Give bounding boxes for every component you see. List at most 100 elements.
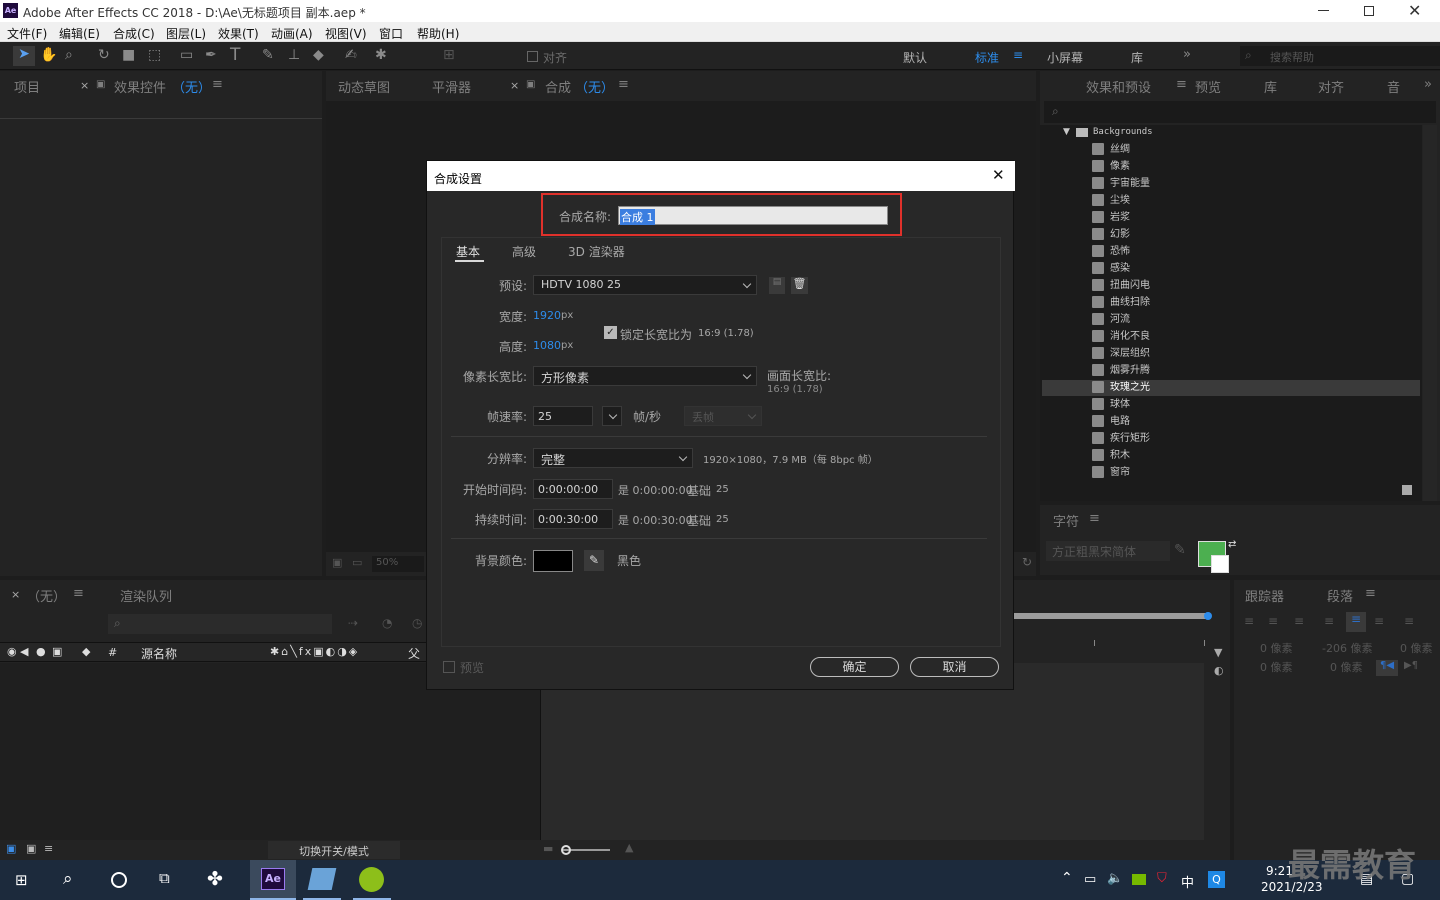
cortana-icon[interactable] (111, 872, 127, 888)
shy-icon[interactable]: ⇢ (348, 616, 358, 630)
roto-tool-icon[interactable]: ✍ (345, 47, 357, 63)
timeline-search-input[interactable]: ⌕ (108, 614, 332, 634)
tab-effects-presets[interactable]: 效果和预设 (1086, 77, 1151, 96)
effect-preset-item[interactable]: 恐怖 (1092, 244, 1130, 260)
save-preset-icon[interactable]: ▤ (769, 277, 785, 294)
tab-basic[interactable]: 基本 (456, 243, 480, 260)
folder-backgrounds[interactable]: Backgrounds (1093, 127, 1153, 137)
type-tool-icon[interactable]: T (230, 45, 240, 65)
zoom-in-icon[interactable]: ▲ (625, 841, 633, 854)
toggle-switches-modes[interactable]: 切换开关/模式 (268, 841, 400, 859)
effect-preset-item[interactable]: 宇宙能量 (1092, 176, 1150, 192)
align-center-icon[interactable]: ≡ (1268, 614, 1278, 628)
par-select[interactable]: 方形像素 (533, 366, 757, 386)
direction-rtl-icon[interactable]: ▶¶ (1404, 660, 1418, 671)
effects-search-input[interactable]: ⌕ (1044, 101, 1436, 123)
windows-start-icon[interactable]: ⊞ (15, 871, 33, 889)
eyedropper-icon[interactable]: ✎ (584, 550, 604, 571)
resolution-select[interactable]: 完整 (533, 448, 693, 468)
scrollbar[interactable] (1423, 125, 1437, 501)
effect-preset-item[interactable]: 扭曲闪电 (1092, 278, 1150, 294)
delete-preset-icon[interactable]: 🗑 (791, 277, 808, 294)
frame-icon[interactable]: ≡ (44, 842, 53, 855)
selection-tool-icon[interactable]: ➤ (13, 46, 35, 66)
close-tab-icon[interactable]: × (510, 79, 519, 92)
effect-preset-item[interactable]: 像素 (1092, 159, 1130, 175)
security-icon[interactable]: ⛉ (1157, 871, 1167, 886)
space-after-value[interactable]: 0 像素 (1330, 659, 1363, 675)
justify-last-center-icon[interactable]: ≡ (1346, 612, 1366, 632)
more-workspaces-icon[interactable]: » (1183, 47, 1191, 62)
column-parent[interactable]: 父 (408, 645, 420, 662)
camera-tool-icon[interactable]: ■ (122, 47, 135, 63)
menu-view[interactable]: 视图(V) (325, 25, 367, 42)
tab-flowchart[interactable]: 动态草图 (338, 77, 390, 96)
work-area-bar[interactable] (1014, 613, 1210, 619)
volume-icon[interactable]: 🔈 (1107, 871, 1123, 886)
menu-file[interactable]: 文件(F) (7, 25, 47, 42)
tab-tracker[interactable]: 跟踪器 (1245, 586, 1284, 605)
effect-preset-item[interactable]: 电路 (1092, 414, 1130, 430)
fps-dropdown[interactable] (602, 406, 622, 426)
minimize-icon[interactable] (1318, 10, 1329, 11)
search-help-field[interactable]: ⌕ 搜索帮助 (1240, 46, 1440, 66)
preview-checkbox[interactable] (443, 661, 455, 673)
effect-preset-item[interactable]: 疾行矩形 (1092, 431, 1150, 447)
indent-first-value[interactable]: -206 像素 (1322, 640, 1372, 656)
panel-menu-icon[interactable]: ≡ (1089, 511, 1100, 526)
tab-character[interactable]: 字符 (1053, 511, 1079, 530)
taskbar-ae-active[interactable]: Ae (250, 860, 296, 900)
menu-help[interactable]: 帮助(H) (417, 25, 459, 42)
solo-icon[interactable]: ● (36, 645, 46, 658)
effect-preset-item[interactable]: 球体 (1092, 397, 1130, 413)
motion-blur-icon[interactable]: ◷ (412, 616, 422, 630)
zoom-out-icon[interactable]: ▬ (543, 842, 553, 855)
tab-smoother[interactable]: 平滑器 (432, 77, 471, 96)
menu-edit[interactable]: 编辑(E) (59, 25, 100, 42)
puppet-tool-icon[interactable]: ✱ (375, 47, 387, 63)
clone-tool-icon[interactable]: ⊥ (288, 47, 300, 63)
audio-icon[interactable]: ◀ (20, 645, 28, 658)
network-icon[interactable]: ▭ (1084, 872, 1096, 887)
duration-input[interactable]: 0:00:30:00 (533, 509, 613, 529)
justify-all-icon[interactable]: ≡ (1404, 614, 1414, 628)
tab-preview[interactable]: 预览 (1195, 77, 1221, 96)
effect-preset-item[interactable]: 尘埃 (1092, 193, 1130, 209)
axis-icon[interactable]: ⊞ (443, 47, 455, 63)
swap-colors-icon[interactable]: ⇄ (1228, 539, 1236, 550)
tab-3d-renderer[interactable]: 3D 渲染器 (568, 243, 625, 260)
dialog-close-icon[interactable]: ✕ (992, 166, 1005, 184)
snapshot-icon[interactable]: ▣ (332, 556, 342, 569)
render-icon[interactable]: ▣ (26, 842, 36, 855)
ime-indicator[interactable]: 中 (1181, 872, 1194, 891)
refresh-icon[interactable]: ↻ (1022, 555, 1032, 569)
align-checkbox[interactable] (527, 51, 538, 62)
width-value[interactable]: 1920 (533, 309, 561, 322)
menu-layer[interactable]: 图层(L) (166, 25, 206, 42)
effect-preset-item[interactable]: 曲线扫除 (1092, 295, 1150, 311)
eraser-tool-icon[interactable]: ◆ (313, 47, 324, 63)
tab-render-queue[interactable]: 渲染队列 (120, 586, 172, 605)
panel-menu-icon[interactable]: ≡ (73, 586, 84, 601)
menu-effect[interactable]: 效果(T) (218, 25, 259, 42)
workspace-menu-icon[interactable]: ≡ (1013, 48, 1023, 62)
tab-project[interactable]: 项目 (14, 77, 40, 96)
nvidia-icon[interactable] (1132, 874, 1146, 885)
bg-color-swatch[interactable] (533, 550, 573, 572)
effect-preset-item[interactable]: 烟雾升腾 (1092, 363, 1150, 379)
close-tab-icon[interactable]: × (80, 79, 89, 92)
effect-preset-item[interactable]: 感染 (1092, 261, 1130, 277)
effect-preset-item[interactable]: 河流 (1092, 312, 1130, 328)
direction-ltr-icon[interactable]: ¶◀ (1376, 660, 1398, 676)
eyedropper-icon[interactable]: ✎ (1174, 542, 1186, 558)
zoom-slider-handle[interactable] (561, 845, 571, 855)
workspace-library[interactable]: 库 (1131, 49, 1143, 66)
align-left-icon[interactable]: ≡ (1244, 614, 1254, 628)
panel-menu-icon[interactable]: ≡ (1176, 77, 1187, 92)
notes-app-icon[interactable] (307, 868, 337, 890)
graph-editor-icon[interactable]: ◔ (382, 616, 392, 630)
game-app-icon[interactable] (359, 867, 384, 892)
menu-animation[interactable]: 动画(A) (271, 25, 313, 42)
workspace-standard[interactable]: 标准 (975, 49, 999, 66)
restore-icon[interactable] (1364, 6, 1374, 16)
